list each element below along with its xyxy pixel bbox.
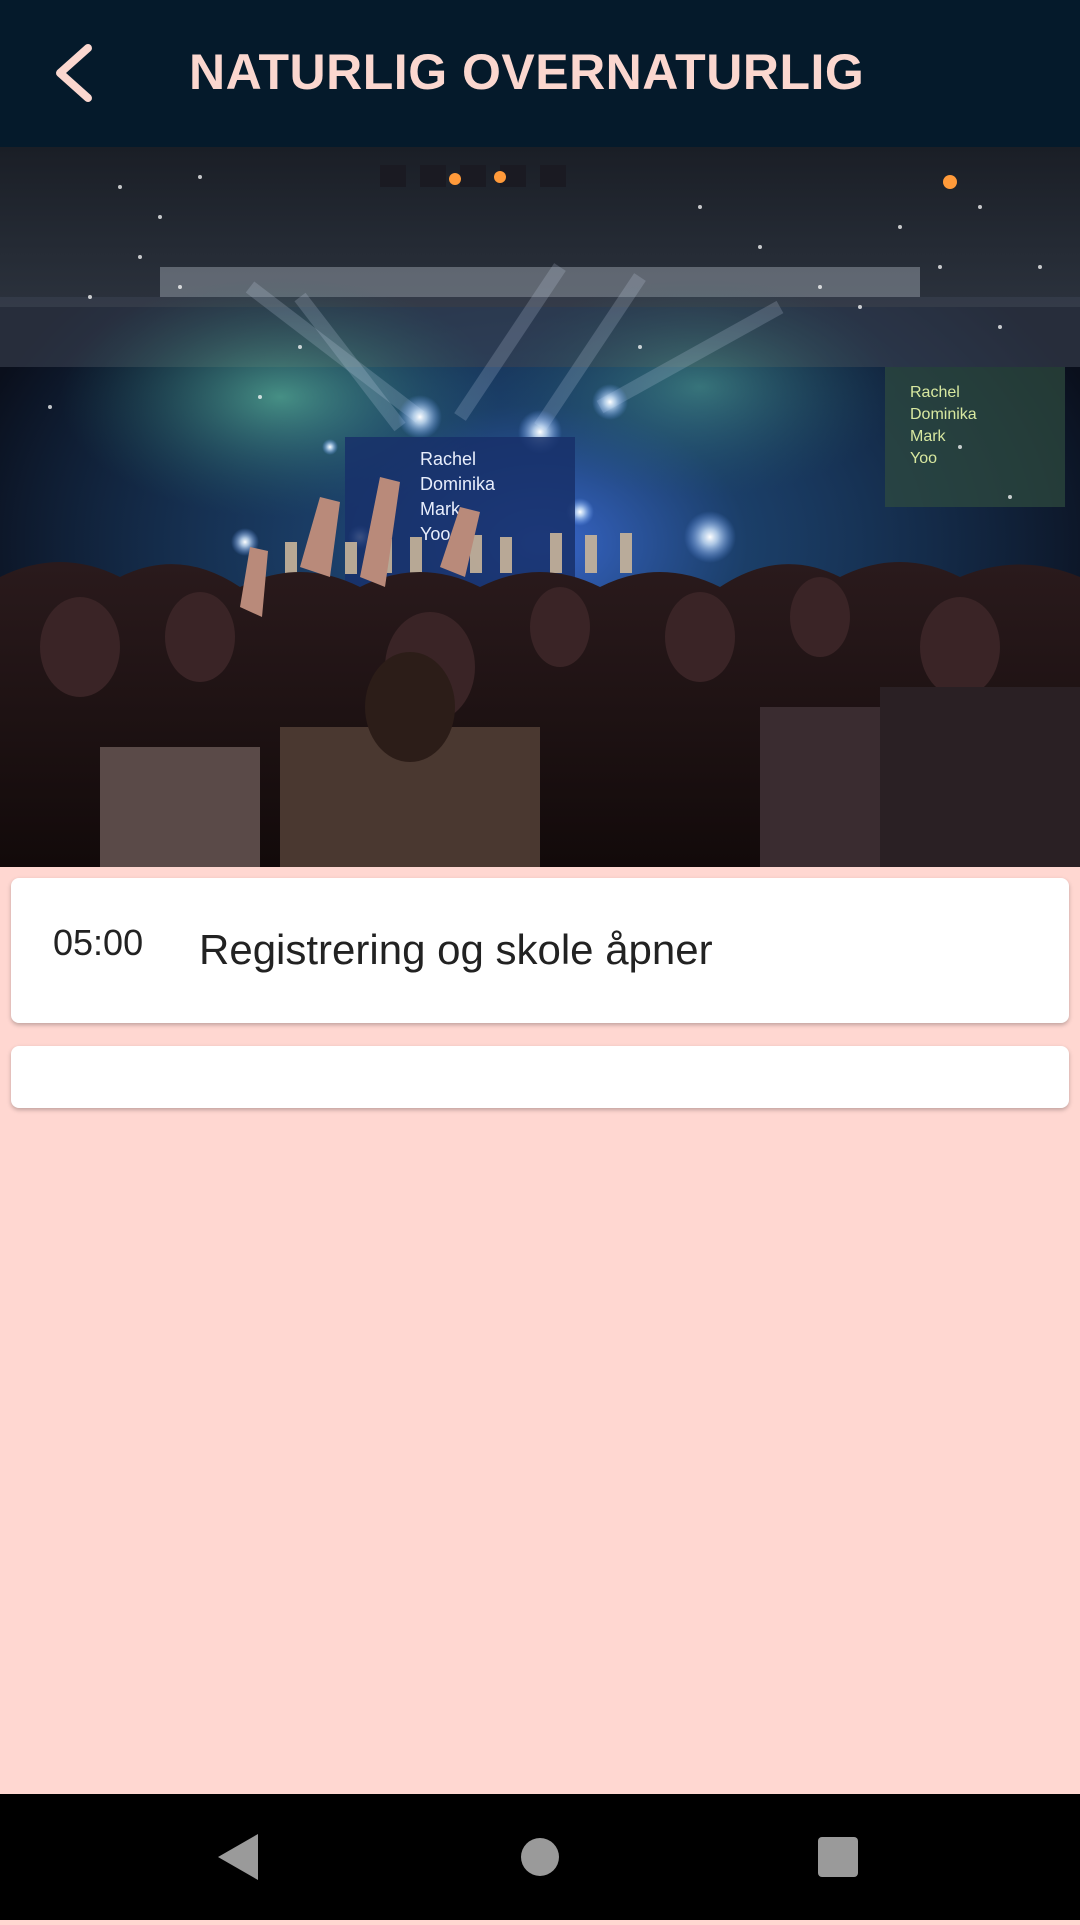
page-title: NATURLIG OVERNATURLIG	[189, 44, 865, 100]
schedule-title: Registrering og skole åpner	[199, 926, 713, 973]
system-nav-bar	[0, 1794, 1080, 1920]
square-recents-icon	[818, 1837, 858, 1877]
side-screen-line: Mark	[910, 428, 947, 445]
nav-recents-button[interactable]	[768, 1794, 908, 1920]
side-screen-line: Dominika	[910, 406, 977, 423]
schedule-item-empty	[11, 1046, 1069, 1108]
chevron-left-icon	[56, 44, 92, 102]
schedule-item[interactable]: 05:00 Registrering og skole åpner	[11, 878, 1069, 1023]
schedule-time: 05:00	[53, 922, 144, 963]
back-button[interactable]	[44, 38, 104, 108]
circle-home-icon	[521, 1838, 559, 1876]
stage-screen-line: Mark	[420, 499, 461, 519]
side-screen-line: Rachel	[910, 384, 960, 401]
concert-photo: Rachel Dominika Mark Yoo Rachel Dominika…	[0, 147, 1080, 867]
stage-screen-line: Dominika	[420, 474, 496, 494]
stage-screen-line: Yoo	[420, 524, 450, 544]
stage-screen-line: Rachel	[420, 449, 476, 469]
hero-image: Rachel Dominika Mark Yoo Rachel Dominika…	[0, 147, 1080, 867]
nav-home-button[interactable]	[470, 1794, 610, 1920]
triangle-back-icon	[218, 1834, 258, 1880]
side-screen-line: Yoo	[910, 450, 937, 467]
app-bar: NATURLIG OVERNATURLIG	[0, 0, 1080, 147]
nav-back-button[interactable]	[168, 1794, 308, 1920]
